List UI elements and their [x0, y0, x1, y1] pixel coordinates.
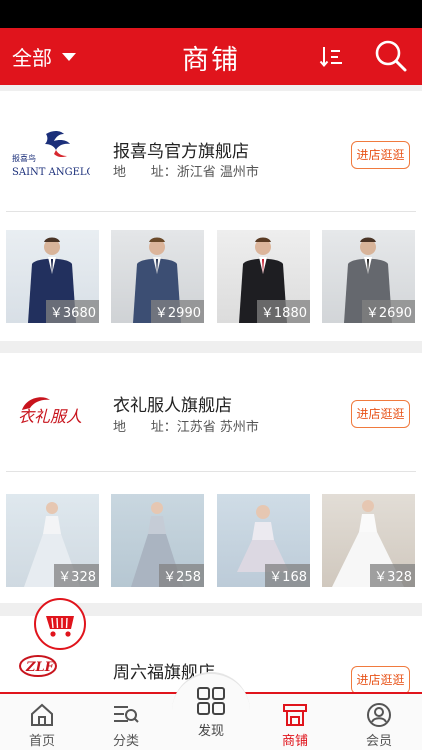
status-bar [0, 0, 422, 28]
category-icon [114, 706, 139, 723]
product-thumbnail[interactable]: ￥1880 [217, 230, 310, 323]
tab-label: 商铺 [281, 734, 308, 749]
top-bar: 全部 商铺 [0, 28, 422, 85]
product-thumbnail[interactable]: ￥328 [6, 494, 99, 587]
product-price: ￥168 [265, 564, 310, 587]
logo-text-en: ZLF [25, 660, 55, 675]
product-price: ￥328 [54, 564, 99, 587]
shop-card: 报喜鸟 SAINT ANGELO 报喜鸟官方旗舰店 地 址：浙江省 温州市 进店… [0, 91, 422, 341]
product-price: ￥2690 [361, 300, 415, 323]
logo-text-cn: 衣礼服人 [18, 407, 82, 426]
product-thumbnail[interactable]: ￥258 [111, 494, 204, 587]
tab-discover[interactable]: 发现 [172, 672, 250, 750]
tab-label: 会员 [365, 734, 392, 749]
enter-shop-button[interactable]: 进店逛逛 [351, 141, 410, 169]
shop-name[interactable]: 报喜鸟官方旗舰店 [113, 137, 249, 162]
category-label: 全部 [12, 46, 52, 70]
search-icon[interactable] [374, 39, 408, 73]
product-thumbnail[interactable]: ￥3680 [6, 230, 99, 323]
tab-label: 首页 [28, 734, 55, 749]
tab-label: 发现 [197, 724, 224, 739]
sort-icon[interactable] [318, 44, 344, 70]
shop-address: 地 址：浙江省 温州市 [113, 165, 259, 180]
product-thumbnail[interactable]: ￥168 [217, 494, 310, 587]
tab-category[interactable]: 分类 [84, 696, 168, 750]
product-row: ￥3680 ￥2990 ￥1880 ￥2690 [6, 230, 422, 323]
user-icon [367, 703, 391, 727]
shop-card: 衣礼服人 衣礼服人旗舰店 地 址：江苏省 苏州市 进店逛逛 ￥328 ￥258 … [0, 353, 422, 603]
home-icon [31, 703, 53, 726]
divider [6, 211, 416, 212]
product-price: ￥2990 [150, 300, 204, 323]
shop-logo[interactable]: 衣礼服人 [12, 383, 90, 443]
tab-label: 分类 [112, 734, 139, 749]
tab-shop[interactable]: 商铺 [253, 696, 337, 750]
shop-address: 地 址：江苏省 苏州市 [113, 420, 259, 435]
product-row: ￥328 ￥258 ￥168 ￥328 [6, 494, 422, 587]
grid-icon [197, 687, 225, 715]
product-thumbnail[interactable]: ￥2990 [111, 230, 204, 323]
shop-name[interactable]: 衣礼服人旗舰店 [113, 391, 232, 416]
enter-shop-button[interactable]: 进店逛逛 [351, 400, 410, 428]
tab-home[interactable]: 首页 [0, 696, 84, 750]
divider [6, 471, 416, 472]
product-price: ￥1880 [256, 300, 310, 323]
shop-icon [283, 704, 307, 726]
product-price: ￥328 [370, 564, 415, 587]
shop-logo[interactable]: 报喜鸟 SAINT ANGELO [12, 124, 90, 184]
product-thumbnail[interactable]: ￥328 [322, 494, 415, 587]
dropdown-triangle-icon [62, 52, 76, 61]
enter-shop-button[interactable]: 进店逛逛 [351, 666, 410, 692]
product-price: ￥3680 [45, 300, 99, 323]
product-price: ￥258 [159, 564, 204, 587]
tab-member[interactable]: 会员 [337, 696, 421, 750]
category-dropdown[interactable]: 全部 [12, 42, 76, 71]
logo-text-cn: 报喜鸟 [12, 153, 36, 163]
shop-logo[interactable]: ZLF [12, 646, 90, 686]
product-thumbnail[interactable]: ￥2690 [322, 230, 415, 323]
logo-text-en: SAINT ANGELO [12, 167, 90, 178]
cart-icon [46, 616, 74, 637]
cart-float-button[interactable] [34, 598, 86, 650]
